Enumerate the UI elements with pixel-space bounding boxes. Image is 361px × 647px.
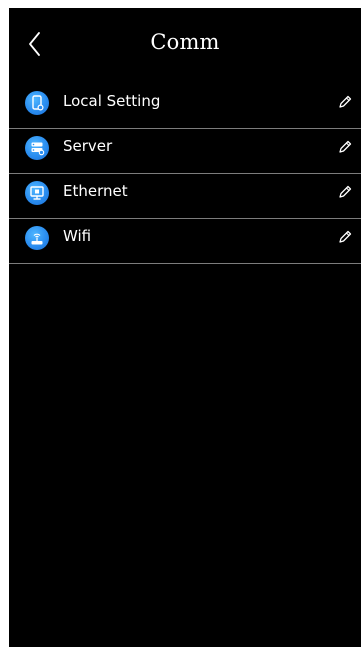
comm-screen: Comm Local Setting Server Ethernet Wifi	[9, 8, 361, 647]
menu-item-label: Local Setting	[63, 92, 161, 110]
menu-item-label: Server	[63, 137, 113, 155]
comm-menu-list: Local Setting Server Ethernet Wifi	[9, 84, 361, 264]
edit-pencil-icon[interactable]	[337, 139, 353, 155]
edit-pencil-icon[interactable]	[337, 229, 353, 245]
ethernet-icon	[25, 181, 49, 205]
menu-item-server[interactable]: Server	[9, 129, 361, 174]
menu-item-wifi[interactable]: Wifi	[9, 219, 361, 264]
page-title: Comm	[150, 30, 220, 54]
menu-item-label: Wifi	[63, 227, 92, 245]
edit-pencil-icon[interactable]	[337, 94, 353, 110]
menu-item-label: Ethernet	[63, 182, 128, 200]
menu-item-ethernet[interactable]: Ethernet	[9, 174, 361, 219]
local-setting-icon	[25, 91, 49, 115]
edit-pencil-icon[interactable]	[337, 184, 353, 200]
wifi-icon	[25, 226, 49, 250]
header-bar: Comm	[9, 8, 361, 78]
menu-item-local-setting[interactable]: Local Setting	[9, 84, 361, 129]
server-icon	[25, 136, 49, 160]
